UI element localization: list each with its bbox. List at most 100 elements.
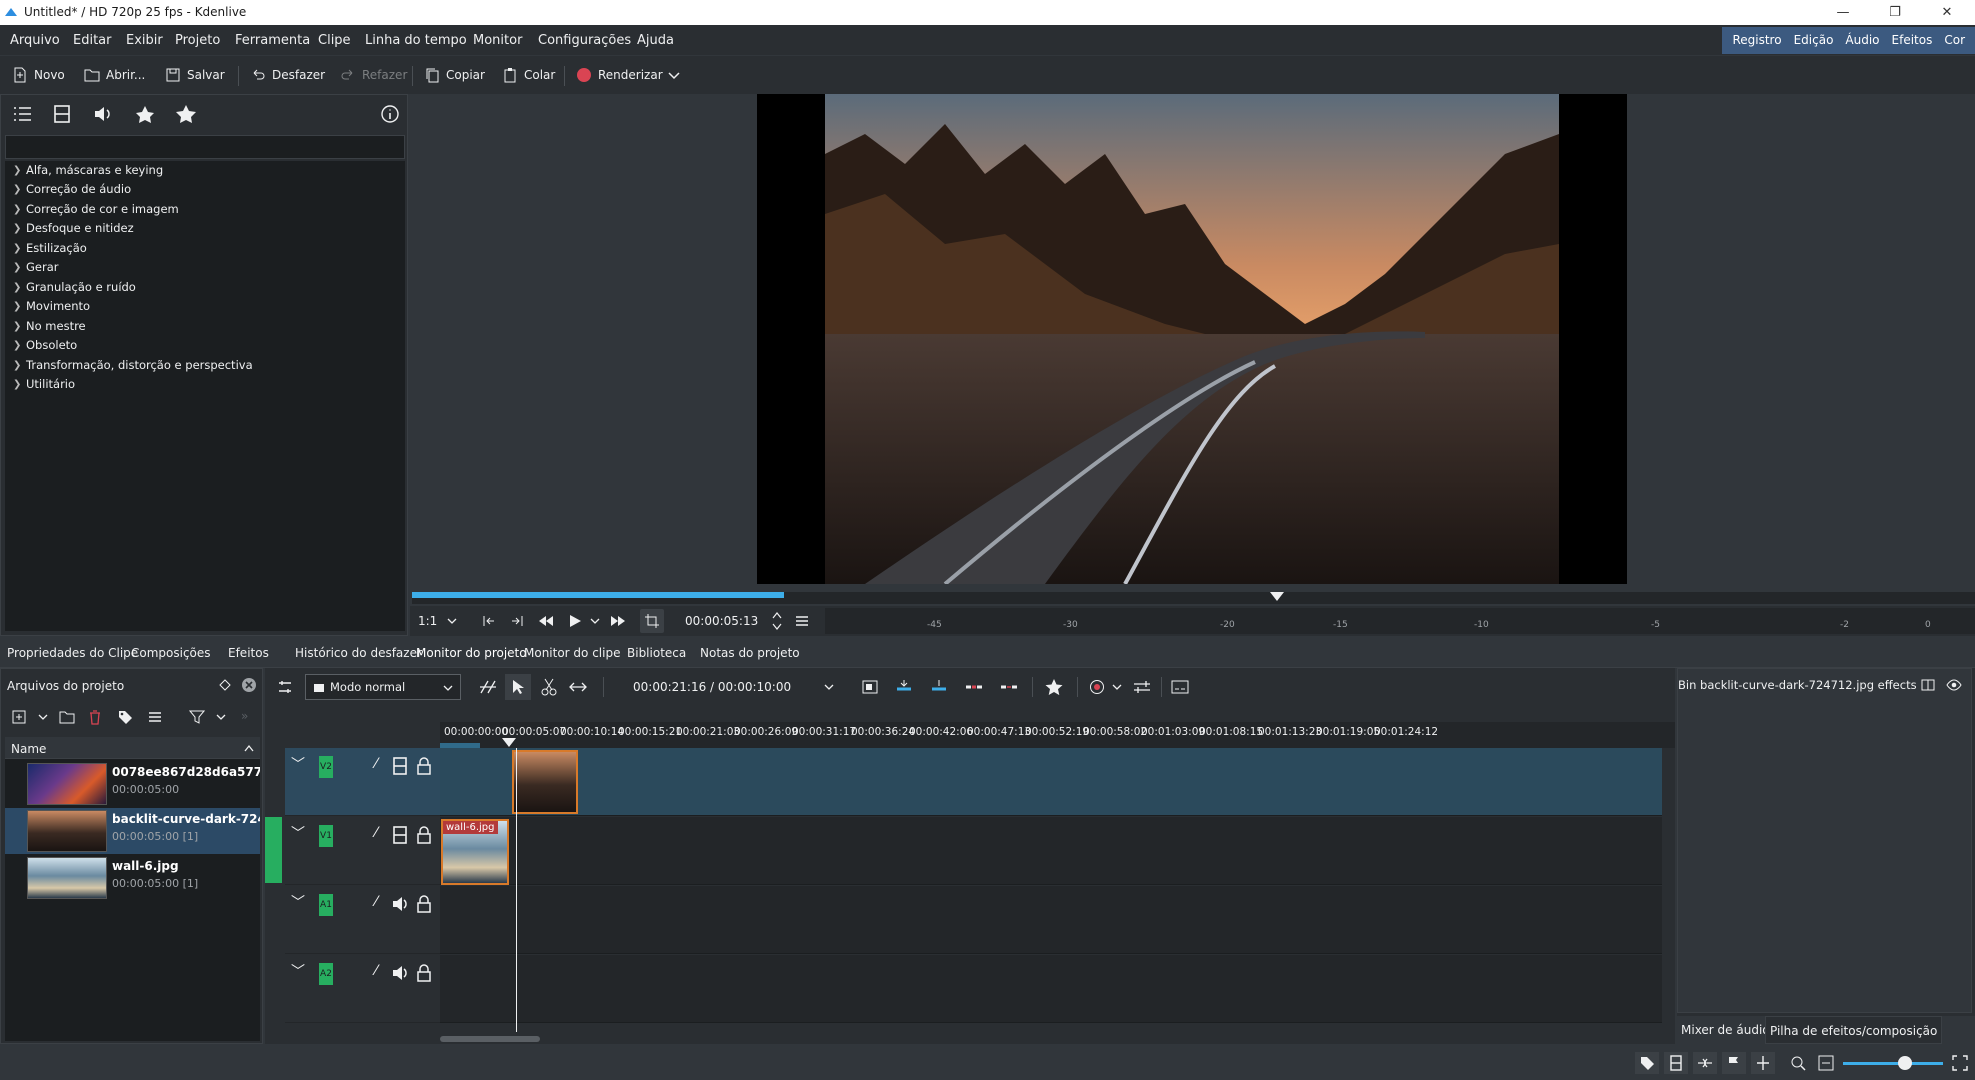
menu-editar[interactable]: Editar — [73, 33, 112, 48]
tab-clip-monitor[interactable]: Monitor do clipe — [524, 646, 620, 660]
layout-registro[interactable]: Registro — [1726, 27, 1787, 54]
menu-clipe[interactable]: Clipe — [318, 33, 351, 48]
chevron-down-icon[interactable]: ﹀ — [291, 754, 305, 774]
lock-icon[interactable] — [415, 963, 433, 983]
zoom-fit-icon[interactable] — [1790, 1055, 1806, 1071]
add-clip-icon[interactable] — [11, 709, 27, 725]
lock-icon[interactable] — [415, 756, 433, 776]
zone-out-icon[interactable] — [510, 613, 526, 629]
slip-tool-icon[interactable] — [569, 679, 587, 695]
snap-button[interactable] — [1693, 1052, 1717, 1074]
menu-projeto[interactable]: Projeto — [175, 33, 220, 48]
track-lane-v2[interactable] — [440, 748, 1662, 816]
fullscreen-icon[interactable] — [1952, 1055, 1968, 1071]
tab-library[interactable]: Biblioteca — [627, 646, 686, 660]
layout-cor[interactable]: Cor — [1938, 27, 1971, 54]
monitor-screen[interactable] — [757, 94, 1627, 584]
chevron-down-icon[interactable] — [1111, 681, 1123, 693]
chevron-down-icon[interactable]: ﹀ — [291, 892, 305, 912]
chevron-down-icon[interactable]: ﹀ — [291, 823, 305, 843]
render-menu-button[interactable] — [666, 65, 682, 85]
razor-tool-icon[interactable] — [541, 678, 557, 696]
track-header-v2[interactable]: ﹀ V2 ⁄ — [285, 748, 440, 816]
timeline-zoom-slider[interactable] — [1843, 1056, 1943, 1070]
menu-exibir[interactable]: Exibir — [126, 33, 163, 48]
tab-project-monitor[interactable]: Monitor do projeto — [416, 646, 527, 660]
thumbnail-button[interactable] — [1664, 1052, 1688, 1074]
extract-icon[interactable] — [1000, 679, 1018, 695]
zoom-out-icon[interactable] — [1818, 1055, 1834, 1071]
tree-item[interactable]: ❯ Transformação, distorção e perspectiva — [13, 358, 253, 372]
overwrite-clip-icon[interactable] — [930, 679, 948, 695]
edit-mode-select[interactable]: Modo normal — [305, 674, 461, 700]
track-header-a2[interactable]: ﹀ A2 ⁄ — [285, 955, 440, 1023]
layout-efeitos[interactable]: Efeitos — [1886, 27, 1939, 54]
tree-item[interactable]: ❯ Obsoleto — [13, 338, 77, 352]
tab-undo-history[interactable]: Histórico do desfazer — [295, 646, 422, 660]
tag-button[interactable] — [1635, 1052, 1659, 1074]
tree-item[interactable]: ❯ Correção de cor e imagem — [13, 202, 179, 216]
maximize-button[interactable]: ❐ — [1872, 0, 1918, 25]
filter-icon[interactable] — [189, 709, 205, 725]
mixer-icon[interactable] — [1133, 679, 1151, 695]
timeline-clip[interactable] — [512, 750, 578, 814]
bin-column-header[interactable]: Name — [5, 737, 260, 759]
undo-button[interactable]: Desfazer — [250, 65, 325, 85]
tag-icon[interactable] — [117, 709, 133, 725]
favorite-star-icon[interactable] — [1045, 678, 1063, 696]
insert-clip-icon[interactable] — [895, 679, 913, 695]
effect-wand-icon[interactable]: ⁄ — [367, 825, 385, 845]
list-item[interactable]: 0078ee867d28d6a57735d 00:00:05:00 — [5, 761, 260, 807]
forward-icon[interactable] — [610, 613, 626, 629]
tab-clip-properties[interactable]: Propriedades do Clipe — [7, 646, 138, 660]
chevron-down-icon[interactable] — [823, 681, 835, 693]
menu-ajuda[interactable]: Ajuda — [637, 33, 674, 48]
close-button[interactable]: ✕ — [1924, 0, 1970, 25]
tree-item[interactable]: ❯ No mestre — [13, 319, 86, 333]
render-button[interactable]: Renderizar — [576, 65, 663, 85]
monitor-seek-ruler[interactable] — [412, 592, 1975, 604]
paste-button[interactable]: Colar — [502, 65, 555, 85]
eye-icon[interactable] — [1946, 678, 1962, 692]
spacer-tool-icon[interactable] — [479, 679, 497, 695]
hamburger-menu-icon[interactable] — [147, 709, 163, 725]
select-tool-button[interactable] — [505, 674, 531, 700]
monitor-timecode[interactable]: 00:00:05:13 — [685, 614, 758, 628]
minimize-button[interactable]: — — [1820, 0, 1866, 25]
zoom-slider-handle[interactable] — [1898, 1056, 1912, 1070]
timeline-timecode[interactable]: 00:00:21:16 / 00:00:10:00 — [633, 680, 791, 694]
tab-effects[interactable]: Efeitos — [228, 646, 269, 660]
rewind-icon[interactable] — [538, 613, 554, 629]
playhead-marker-icon[interactable] — [502, 738, 516, 748]
effect-wand-icon[interactable]: ⁄ — [367, 894, 385, 914]
new-folder-icon[interactable] — [59, 709, 75, 725]
favorite-star-icon[interactable] — [175, 104, 197, 124]
track-lane-v1[interactable]: wall-6.jpg — [440, 817, 1662, 885]
tab-audio-mixer[interactable]: Mixer de áudio — [1681, 1023, 1770, 1037]
tree-item[interactable]: ❯ Gerar — [13, 260, 59, 274]
marker-button[interactable] — [1722, 1052, 1746, 1074]
tree-item[interactable]: ❯ Correção de áudio — [13, 182, 131, 196]
tree-item[interactable]: ❯ Alfa, máscaras e keying — [13, 163, 163, 177]
subtitle-icon[interactable] — [1171, 679, 1189, 695]
tree-item[interactable]: ❯ Utilitário — [13, 377, 75, 391]
track-options-icon[interactable] — [277, 679, 293, 695]
tab-compositions[interactable]: Composições — [131, 646, 211, 660]
fit-zoom-button[interactable] — [640, 609, 664, 633]
menu-linha-do-tempo[interactable]: Linha do tempo — [365, 33, 467, 48]
chevron-down-icon[interactable] — [446, 615, 458, 627]
copy-button[interactable]: Copiar — [424, 65, 485, 85]
hamburger-menu-icon[interactable] — [794, 613, 810, 629]
tree-item[interactable]: ❯ Estilização — [13, 241, 87, 255]
custom-effects-icon[interactable] — [134, 104, 156, 124]
effect-wand-icon[interactable]: ⁄ — [367, 756, 385, 776]
menu-ferramenta[interactable]: Ferramenta — [235, 33, 310, 48]
chevron-down-icon[interactable] — [37, 711, 49, 723]
track-lane-a1[interactable] — [440, 886, 1662, 954]
chevron-down-icon[interactable]: ﹀ — [291, 961, 305, 981]
zone-in-icon[interactable] — [480, 613, 496, 629]
overflow-icon[interactable]: » — [241, 709, 248, 723]
save-button[interactable]: Salvar — [165, 65, 225, 85]
timeline-clip[interactable]: wall-6.jpg — [441, 819, 509, 885]
menu-arquivo[interactable]: Arquivo — [10, 33, 60, 48]
